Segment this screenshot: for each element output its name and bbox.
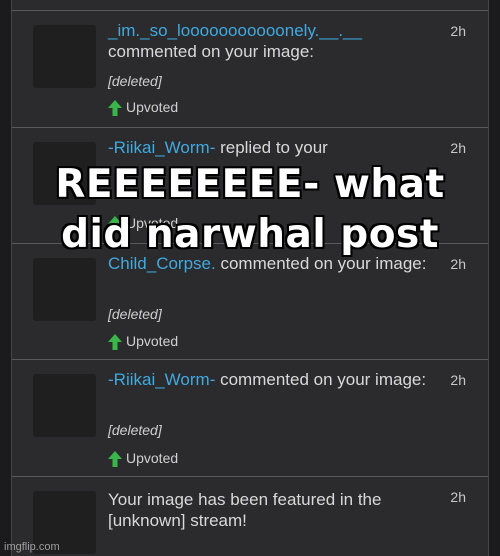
- upvote-arrow-icon: [108, 334, 122, 351]
- vote-status: Upvoted: [108, 449, 179, 468]
- notification-action: commented on your image:: [215, 370, 427, 389]
- comment-text: [deleted]: [108, 422, 162, 438]
- username-link[interactable]: _im._so_looooooooooonely.__.__: [108, 21, 362, 40]
- vote-label: Upvoted: [126, 333, 179, 349]
- notification-item[interactable]: -Riikai_Worm- commented on your image: 2…: [12, 359, 488, 477]
- notification-panel: _im._so_looooooooooonely.__.__ commented…: [11, 0, 489, 556]
- comment-text: [deleted]: [108, 73, 162, 89]
- screenshot-frame: _im._so_looooooooooonely.__.__ commented…: [0, 0, 500, 556]
- notification-text: Your image has been featured in the [unk…: [108, 490, 382, 530]
- timestamp: 2h: [450, 489, 466, 505]
- notification-item[interactable]: _im._so_looooooooooonely.__.__ commented…: [12, 10, 488, 128]
- username-link[interactable]: -Riikai_Worm-: [108, 370, 215, 389]
- avatar[interactable]: [33, 374, 96, 437]
- timestamp: 2h: [450, 140, 466, 156]
- vote-status: Upvoted: [108, 98, 179, 117]
- notification-text: _im._so_looooooooooonely.__.__ commented…: [108, 20, 438, 62]
- notification-text: -Riikai_Worm- replied to your: [108, 137, 438, 158]
- vote-label: Upvoted: [126, 450, 179, 466]
- caption-line-1: REEEEEEEE- what: [55, 162, 445, 207]
- vote-label: Upvoted: [126, 99, 179, 115]
- username-link[interactable]: -Riikai_Worm-: [108, 138, 215, 157]
- notification-action: replied to your: [215, 138, 328, 157]
- notification-item[interactable]: Your image has been featured in the [unk…: [12, 476, 488, 556]
- avatar[interactable]: [33, 258, 96, 321]
- notification-item[interactable]: Child_Corpse. commented on your image: 2…: [12, 243, 488, 360]
- vote-status: Upvoted: [108, 332, 179, 351]
- upvote-arrow-icon: [108, 100, 122, 117]
- meme-caption: REEEEEEEE- what did narwhal post: [0, 160, 500, 260]
- notification-text: -Riikai_Worm- commented on your image:: [108, 369, 438, 390]
- watermark: imgflip.com: [4, 541, 60, 553]
- timestamp: 2h: [450, 23, 466, 39]
- comment-text: [deleted]: [108, 306, 162, 322]
- notification-action: commented on your image:: [108, 42, 314, 61]
- caption-line-2: did narwhal post: [61, 212, 439, 257]
- upvote-arrow-icon: [108, 451, 122, 468]
- avatar[interactable]: [33, 25, 96, 88]
- timestamp: 2h: [450, 372, 466, 388]
